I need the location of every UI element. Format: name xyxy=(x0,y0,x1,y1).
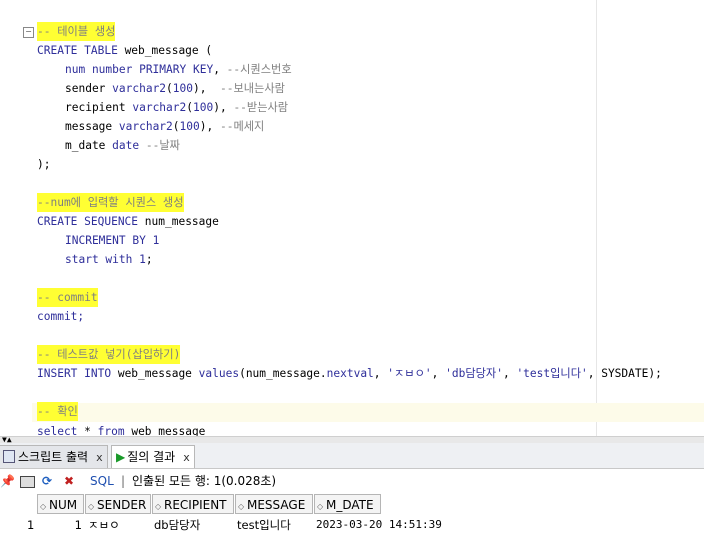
comment-check: -- 확인 xyxy=(37,402,78,421)
close-icon[interactable]: x xyxy=(183,451,190,464)
fetch-status: 인출된 모든 행: 1(0.028초) xyxy=(132,474,277,488)
cell-recipient[interactable]: db담당자 xyxy=(154,515,200,535)
code-line-15: -- commit xyxy=(0,269,98,307)
print-icon[interactable] xyxy=(20,472,35,490)
code-line-2: CREATE TABLE web_message ( xyxy=(37,44,213,57)
column-header-message[interactable]: ◇ MESSAGE xyxy=(235,494,313,514)
comment-sequence: --num에 입력할 시퀀스 생성 xyxy=(37,193,184,212)
play-icon: ▶ xyxy=(116,450,126,464)
sort-icon: ◇ xyxy=(155,502,162,511)
close-icon[interactable]: x xyxy=(96,451,103,464)
comment-create-table: -- 테이블 생성 xyxy=(37,22,116,41)
tab-query-result[interactable]: ▶ 질의 결과 x xyxy=(111,445,195,468)
code-line-12: INCREMENT BY 1 xyxy=(65,234,160,247)
current-line-highlight xyxy=(32,403,704,422)
code-line-22: select * from web_message xyxy=(37,425,206,438)
script-output-icon xyxy=(3,450,15,463)
code-line-21: -- 확인 xyxy=(0,383,78,421)
sort-icon: ◇ xyxy=(238,502,245,511)
sort-icon: ◇ xyxy=(40,502,47,511)
sql-editor[interactable]: -- 테이블 생성 − CREATE TABLE web_message ( n… xyxy=(0,0,704,438)
result-toolbar: 📌 ⟳ ✖ SQL | 인출된 모든 행: 1(0.028초) xyxy=(0,469,704,493)
sort-icon: ◇ xyxy=(317,502,324,511)
code-line-11: CREATE SEQUENCE num_message xyxy=(37,215,219,228)
delete-icon[interactable]: ✖ xyxy=(64,472,74,490)
splitter-arrows-icon[interactable]: ▼▲ xyxy=(2,436,12,444)
code-line-6: message varchar2(100), --메세지 xyxy=(65,120,265,133)
code-line-1: -- 테이블 생성 xyxy=(0,3,116,41)
code-line-8: ); xyxy=(37,158,51,171)
tab-script-output[interactable]: 스크립트 출력 x xyxy=(0,445,108,468)
code-line-19: INSERT INTO web_message values(num_messa… xyxy=(37,367,662,380)
cell-m-date[interactable]: 2023-03-20 14:51:39 xyxy=(316,515,442,535)
code-line-18: -- 테스트값 넣기(삽입하기) xyxy=(0,326,181,364)
code-line-4: sender varchar2(100), --보내는사람 xyxy=(65,82,285,95)
column-header-m-date[interactable]: ◇ M_DATE xyxy=(314,494,381,514)
cell-message[interactable]: test입니다 xyxy=(237,515,291,535)
code-line-7: m_date date --날짜 xyxy=(65,139,180,152)
sort-icon: ◇ xyxy=(88,502,95,511)
code-line-10: --num에 입력할 시퀀스 생성 xyxy=(0,174,184,212)
column-header-recipient[interactable]: ◇ RECIPIENT xyxy=(152,494,234,514)
code-line-16: commit; xyxy=(37,310,85,323)
column-header-num[interactable]: ◇ NUM xyxy=(37,494,84,514)
output-tab-bar: 스크립트 출력 x ▶ 질의 결과 x xyxy=(0,443,704,469)
cell-num[interactable]: 1 xyxy=(37,515,82,535)
column-header-sender[interactable]: ◇ SENDER xyxy=(85,494,151,514)
comment-commit: -- commit xyxy=(37,288,98,307)
row-number: 1 xyxy=(27,518,35,532)
pin-icon[interactable]: 📌 xyxy=(0,472,15,490)
code-line-3: num number PRIMARY KEY, --시퀀스번호 xyxy=(65,63,292,76)
cell-sender[interactable]: ㅈㅂㅇ xyxy=(88,515,120,535)
refresh-icon[interactable]: ⟳ xyxy=(42,472,52,490)
toolbar-separator: | xyxy=(121,474,126,488)
comment-insert: -- 테스트값 넣기(삽입하기) xyxy=(37,345,181,364)
code-line-5: recipient varchar2(100), --받는사람 xyxy=(65,101,289,114)
code-line-13: start with 1; xyxy=(65,253,153,266)
sql-button[interactable]: SQL xyxy=(90,472,114,490)
